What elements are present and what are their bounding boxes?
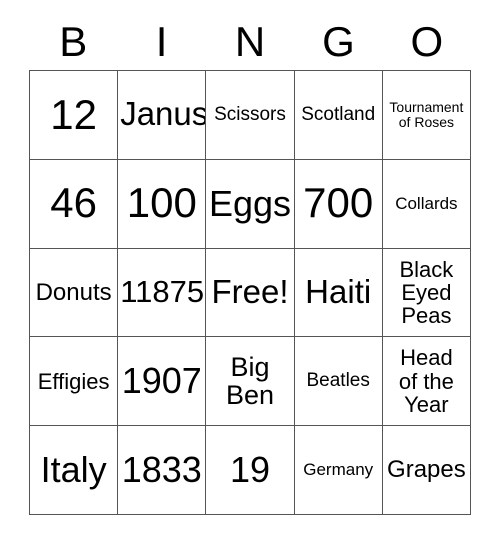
bingo-cell-label: Beatles (306, 370, 370, 392)
bingo-cell-label: Scotland (301, 103, 376, 125)
bingo-cell-label: Germany (303, 460, 374, 480)
bingo-cell-label: 1907 (121, 360, 202, 402)
bingo-cell-r1c1[interactable]: 12 (30, 71, 119, 160)
bingo-grid: 12 Janus Scissors Scotland Tournament of… (29, 70, 471, 515)
bingo-cell-r1c4[interactable]: Scotland (294, 71, 383, 160)
bingo-header-letter-g: G (322, 18, 355, 65)
bingo-card: B I N G O 12 Janus Scissors Scotland Tou… (0, 0, 500, 544)
bingo-cell-label: 700 (303, 179, 374, 227)
bingo-cell-label: Grapes (387, 456, 466, 484)
bingo-header-letter-i: I (155, 18, 168, 65)
bingo-cell-label: Janus (120, 95, 207, 133)
bingo-cell-r5c5[interactable]: Grapes (382, 426, 471, 515)
bingo-cell-r2c1[interactable]: 46 (30, 159, 119, 249)
bingo-header-letter-n: N (234, 18, 266, 65)
bingo-cell-label: Black Eyed Peas (399, 256, 454, 329)
bingo-cell-label: 46 (50, 179, 97, 227)
bingo-cell-label: Effigies (37, 368, 110, 394)
bingo-cell-r5c3[interactable]: 19 (206, 426, 295, 515)
bingo-cell-label: Donuts (35, 278, 112, 306)
bingo-cell-label: 19 (229, 449, 271, 491)
bingo-cell-r4c5[interactable]: Head of the Year (382, 337, 471, 427)
bingo-cell-r4c1[interactable]: Effigies (30, 337, 119, 427)
bingo-cell-free-space[interactable]: Free! (206, 248, 295, 338)
bingo-free-space-label: Free! (211, 273, 289, 310)
bingo-cell-label: 100 (126, 179, 197, 227)
bingo-cell-r5c4[interactable]: Germany (294, 426, 383, 515)
bingo-cell-label: Eggs (208, 182, 292, 224)
bingo-cell-r1c5[interactable]: Tournament of Roses (382, 71, 471, 160)
bingo-cell-r3c2[interactable]: 11875 (118, 248, 207, 338)
bingo-cell-r1c2[interactable]: Janus (118, 71, 207, 160)
bingo-cell-r3c1[interactable]: Donuts (30, 248, 119, 338)
bingo-cell-label: 12 (50, 90, 97, 138)
bingo-cell-r5c1[interactable]: Italy (30, 426, 119, 515)
bingo-cell-label: Big Ben (225, 351, 275, 411)
bingo-cell-label: 1833 (121, 449, 202, 491)
bingo-header-row: B I N G O (29, 14, 471, 70)
bingo-cell-label: Tournament of Roses (389, 99, 464, 130)
bingo-cell-r4c3[interactable]: Big Ben (206, 337, 295, 427)
bingo-cell-r2c4[interactable]: 700 (294, 159, 383, 249)
bingo-cell-label: Head of the Year (398, 345, 454, 417)
bingo-cell-r5c2[interactable]: 1833 (118, 426, 207, 515)
bingo-cell-r2c3[interactable]: Eggs (206, 159, 295, 249)
bingo-cell-r1c3[interactable]: Scissors (206, 71, 295, 160)
bingo-header-letter-b: B (59, 18, 88, 65)
bingo-cell-label: Haiti (305, 273, 372, 310)
bingo-cell-label: 11875 (120, 274, 205, 310)
bingo-cell-label: Italy (40, 449, 107, 491)
bingo-cell-r3c4[interactable]: Haiti (294, 248, 383, 338)
bingo-cell-r3c5[interactable]: Black Eyed Peas (382, 248, 471, 338)
bingo-cell-r2c5[interactable]: Collards (382, 159, 471, 249)
bingo-cell-r2c2[interactable]: 100 (118, 159, 207, 249)
bingo-cell-r4c2[interactable]: 1907 (118, 337, 207, 427)
bingo-cell-label: Collards (395, 193, 458, 213)
bingo-header-letter-o: O (410, 18, 444, 65)
bingo-cell-r4c4[interactable]: Beatles (294, 337, 383, 427)
bingo-cell-label: Scissors (214, 103, 286, 125)
